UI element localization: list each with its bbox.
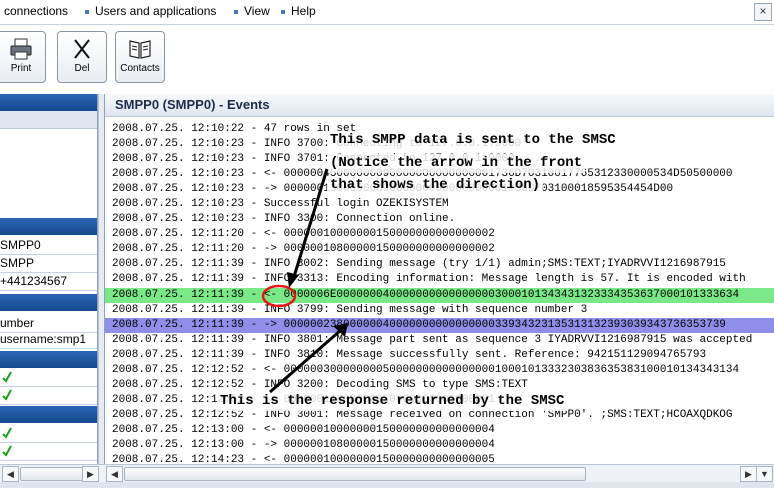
arrow-left-icon: ◀ — [111, 469, 118, 479]
scroll-left-button-events[interactable]: ◀ — [106, 466, 123, 482]
setting-number: umber — [0, 316, 35, 330]
scroll-right-button-events[interactable]: ▶ — [740, 466, 757, 482]
print-label: Print — [10, 63, 32, 74]
horizontal-scrollbar[interactable]: ◀ ▶ ◀ ▶ ▼ — [0, 464, 774, 482]
delete-button[interactable]: Del — [57, 31, 107, 83]
left-panel-header — [0, 94, 97, 111]
status-row — [0, 424, 97, 443]
detail-row: SMPP — [0, 254, 97, 273]
arrow-right-icon: ▶ — [87, 469, 94, 479]
annotation-overlay — [261, 168, 348, 394]
menu-bullet-icon — [281, 9, 285, 14]
status-row — [0, 386, 97, 405]
close-icon: × — [759, 4, 767, 18]
contacts-label: Contacts — [120, 63, 160, 74]
del-label: Del — [74, 63, 90, 74]
check-icon — [2, 371, 12, 383]
annotation-arrow-sent — [291, 168, 329, 281]
detail-name: SMPP0 — [0, 238, 41, 252]
scroll-right-button-left-pane[interactable]: ▶ — [82, 466, 99, 482]
toolbar: Print Del Contacts — [0, 25, 774, 89]
annotation-arrow-response — [269, 328, 342, 394]
book-icon — [129, 40, 151, 59]
scroll-down-button[interactable]: ▼ — [756, 466, 773, 482]
left-scroll-thumb[interactable] — [20, 467, 86, 481]
check-icon — [2, 427, 12, 439]
print-button[interactable]: Print — [0, 31, 46, 83]
close-window-button[interactable]: × — [754, 3, 772, 21]
contacts-button[interactable]: Contacts — [115, 31, 165, 83]
menu-bar: connections Users and applications View … — [0, 0, 774, 25]
check-icon — [2, 445, 12, 457]
menu-bullet-icon — [85, 9, 89, 14]
arrow-left-icon: ◀ — [7, 469, 14, 479]
left-panel: SMPP0 SMPP +441234567 umber username:smp… — [0, 94, 98, 464]
details-header — [0, 218, 97, 235]
annotation-arrowhead-sent — [287, 272, 299, 288]
scroll-left-button[interactable]: ◀ — [2, 466, 19, 482]
detail-row: +441234567 — [0, 272, 97, 291]
menu-help[interactable]: Help — [281, 4, 316, 18]
menu-connections[interactable]: connections — [4, 4, 68, 18]
status-row — [0, 368, 97, 387]
arrow-right-icon: ▶ — [745, 469, 752, 479]
detail-phone-number: +441234567 — [0, 274, 68, 288]
status-row — [0, 442, 97, 461]
events-scroll-thumb[interactable] — [124, 467, 586, 481]
status-strip — [0, 482, 774, 488]
left-panel-subheader — [0, 111, 97, 129]
menu-bullet-icon — [234, 9, 238, 14]
menu-view[interactable]: View — [234, 4, 270, 18]
delete-x-icon — [74, 39, 90, 59]
events-panel: SMPP0 (SMPP0) - Events 2008.07.25. 12:10… — [104, 94, 774, 464]
menu-users-and-applications[interactable]: Users and applications — [85, 4, 216, 18]
annotation-circle — [261, 284, 297, 308]
check-icon — [2, 389, 12, 401]
setting-row: username:smp1 — [0, 330, 97, 349]
setting-username: username:smp1 — [0, 332, 87, 346]
log-header — [0, 406, 97, 423]
arrow-down-icon: ▼ — [760, 469, 769, 479]
settings-header — [0, 294, 97, 311]
detail-type: SMPP — [0, 256, 35, 270]
status-header — [0, 351, 97, 368]
printer-icon — [10, 38, 32, 60]
detail-row: SMPP0 — [0, 236, 97, 255]
